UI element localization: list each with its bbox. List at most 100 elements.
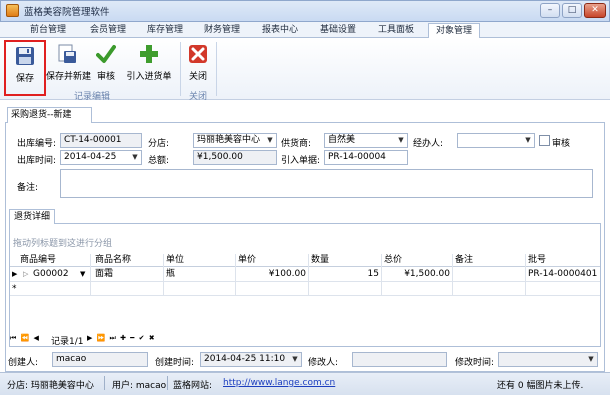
- ribbon-group-separator: [180, 42, 181, 96]
- out-time-picker[interactable]: 2014-04-25 ▼: [60, 150, 142, 165]
- save-button[interactable]: 保存: [4, 40, 46, 96]
- create-time-value: 2014-04-25 11:10: [204, 354, 286, 364]
- document-tab[interactable]: 采购退货--新建: [7, 107, 92, 123]
- floppy-disk-icon: [16, 47, 34, 65]
- import-no-label: 引入单据:: [281, 156, 321, 166]
- col-divider: [90, 254, 91, 296]
- modifier-label: 修改人:: [308, 358, 339, 368]
- status-separator: [167, 376, 168, 390]
- header-divider: [10, 266, 600, 267]
- save-and-new-button[interactable]: 保存并新建: [46, 40, 92, 84]
- status-separator: [104, 376, 105, 390]
- handler-label: 经办人:: [413, 139, 444, 149]
- chevron-down-icon: ▼: [588, 355, 594, 363]
- out-time-label: 出库时间:: [17, 156, 57, 166]
- collapse-arrow-icon: ▷: [23, 270, 29, 278]
- tab-return-detail[interactable]: 退货详细: [9, 209, 55, 224]
- chevron-down-icon[interactable]: ▼: [80, 268, 85, 280]
- handler-select[interactable]: ▼: [457, 133, 535, 148]
- close-icon: [189, 45, 207, 63]
- col-header-price[interactable]: 单价: [238, 254, 256, 266]
- col-header-batch[interactable]: 批号: [528, 254, 546, 266]
- chevron-down-icon[interactable]: ▼: [264, 134, 276, 147]
- audit-label: 审核: [96, 72, 115, 82]
- ribbon-group-close: 关闭: [189, 92, 208, 102]
- col-divider: [163, 254, 164, 296]
- chevron-down-icon: ▼: [292, 355, 298, 363]
- ribbon-group-record-edit: 记录编辑: [74, 92, 111, 102]
- audit-button[interactable]: 审核: [92, 40, 120, 84]
- remark-textarea[interactable]: [60, 169, 593, 198]
- creator-field: macao: [52, 352, 148, 367]
- record-navigator: ⏮ ⏪ ◀ 记录1/1 ▶ ⏩ ⏭ ✚ ━ ✔ ✖: [10, 334, 600, 347]
- row-divider: [10, 281, 600, 282]
- audit-checkbox-label: 审核: [552, 139, 571, 149]
- col-header-name[interactable]: 商品名称: [95, 254, 131, 266]
- status-user: 用户: macao: [112, 381, 167, 391]
- col-divider: [381, 254, 382, 296]
- tab-finance[interactable]: 财务管理: [200, 23, 244, 38]
- chevron-down-icon[interactable]: ▼: [395, 134, 407, 147]
- status-store: 分店: 玛丽艳美容中心: [7, 381, 94, 391]
- nav-record-label: 记录1/1: [51, 337, 84, 347]
- nav-prev-buttons[interactable]: ⏮ ⏪ ◀: [10, 334, 40, 343]
- group-by-hint[interactable]: 拖动列标题到这进行分组: [13, 236, 112, 249]
- tab-member[interactable]: 会员管理: [86, 23, 130, 38]
- tab-object-management[interactable]: 对象管理: [428, 23, 480, 38]
- save-and-new-label: 保存并新建: [46, 72, 92, 82]
- supplier-select[interactable]: 自然美 ▼: [324, 133, 408, 148]
- out-no-field[interactable]: CT-14-00001: [60, 133, 142, 148]
- supplier-value: 自然美: [328, 135, 356, 145]
- create-time-label: 创建时间:: [155, 358, 195, 368]
- maximize-button[interactable]: □: [562, 3, 582, 18]
- import-no-field[interactable]: PR-14-00004: [324, 150, 408, 165]
- tab-inventory[interactable]: 库存管理: [143, 23, 187, 38]
- out-time-value: 2014-04-25: [64, 152, 117, 162]
- total-label: 总额:: [148, 156, 170, 166]
- creator-label: 创建人:: [8, 358, 39, 368]
- nav-next-buttons[interactable]: ▶ ⏩ ⏭ ✚ ━ ✔ ✖: [87, 334, 156, 343]
- close-window-button[interactable]: ✕: [584, 3, 606, 18]
- save-new-icon: [58, 44, 76, 63]
- chevron-down-icon[interactable]: ▼: [129, 151, 141, 164]
- col-header-remark[interactable]: 备注: [455, 254, 473, 266]
- cell-price[interactable]: ¥100.00: [238, 268, 306, 280]
- ribbon-group-separator: [216, 42, 217, 96]
- tab-basic-settings[interactable]: 基础设置: [316, 23, 360, 38]
- status-upload-text: 还有 0 幅图片未上传.: [497, 381, 584, 391]
- minimize-button[interactable]: –: [540, 3, 560, 18]
- cell-name[interactable]: 面霜: [95, 268, 113, 280]
- cell-code[interactable]: G00002: [33, 268, 69, 280]
- audit-checkbox[interactable]: [539, 135, 550, 146]
- remark-label: 备注:: [17, 183, 39, 193]
- save-label: 保存: [15, 74, 34, 84]
- store-select[interactable]: 玛丽艳美容中心 ▼: [193, 133, 277, 148]
- tab-front-desk[interactable]: 前台管理: [28, 23, 68, 38]
- status-site-link[interactable]: http://www.lange.com.cn: [223, 378, 335, 388]
- import-purchase-button[interactable]: 引入进货单: [124, 40, 174, 84]
- import-purchase-label: 引入进货单: [126, 72, 172, 82]
- close-button[interactable]: 关闭: [184, 40, 212, 84]
- col-header-total[interactable]: 总价: [384, 254, 402, 266]
- col-divider: [452, 254, 453, 296]
- tab-tools[interactable]: 工具面板: [374, 23, 418, 38]
- tab-reports[interactable]: 报表中心: [258, 23, 302, 38]
- cell-unit[interactable]: 瓶: [166, 268, 175, 280]
- modify-time-field: ▼: [498, 352, 598, 367]
- status-site-label: 蓝格网站:: [173, 381, 213, 391]
- window-title: 蓝格美容院管理软件: [24, 7, 110, 18]
- total-field: ¥1,500.00: [193, 150, 277, 165]
- new-row-marker[interactable]: *: [12, 283, 17, 295]
- cell-batch[interactable]: PR-14-0000401: [528, 268, 597, 280]
- chevron-down-icon[interactable]: ▼: [522, 134, 534, 147]
- col-header-unit[interactable]: 单位: [166, 254, 184, 266]
- plus-icon: [140, 45, 158, 63]
- col-header-code[interactable]: 商品编号: [20, 254, 56, 266]
- col-header-qty[interactable]: 数量: [311, 254, 329, 266]
- supplier-label: 供货商:: [281, 139, 312, 149]
- row-indicator-icon: ▶: [12, 270, 18, 278]
- store-label: 分店:: [148, 139, 170, 149]
- cell-qty[interactable]: 15: [311, 268, 379, 280]
- col-divider: [308, 254, 309, 296]
- cell-total[interactable]: ¥1,500.00: [384, 268, 450, 280]
